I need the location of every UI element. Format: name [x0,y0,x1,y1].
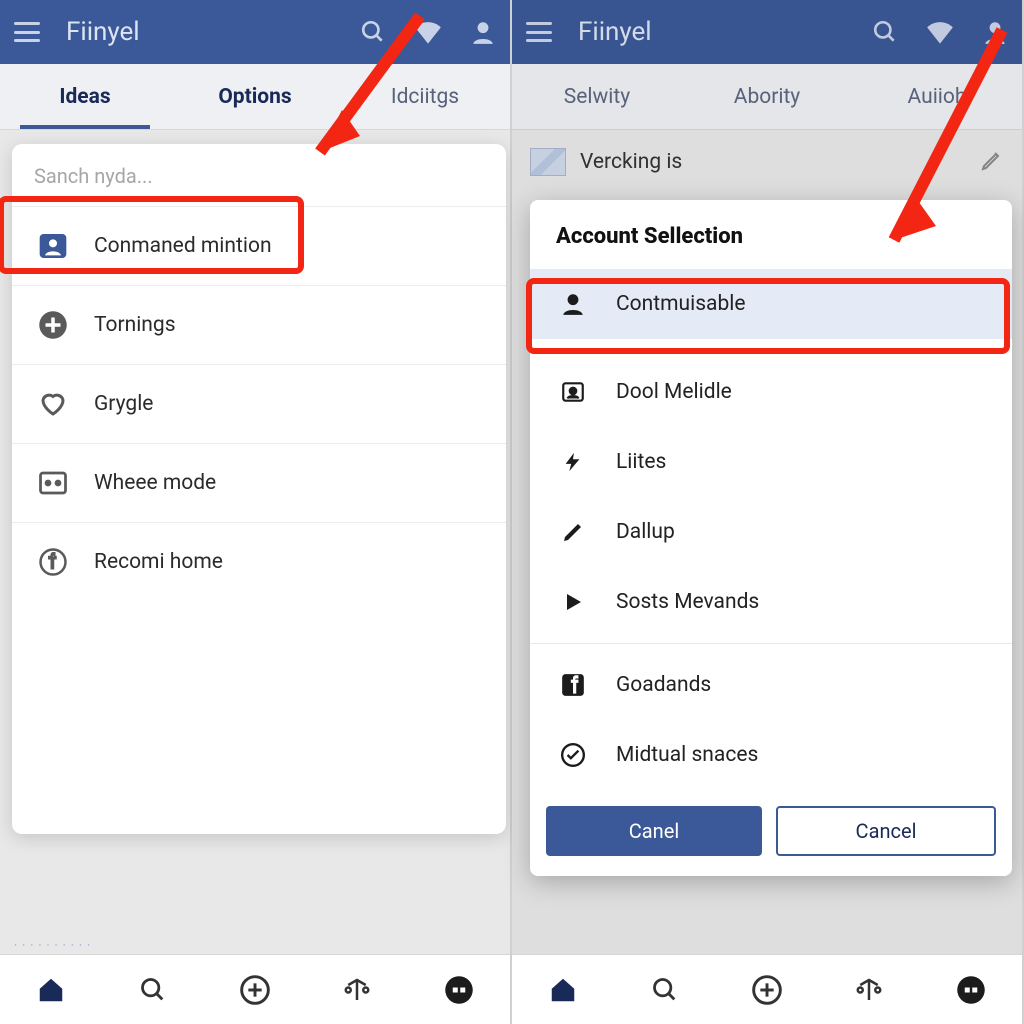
option-recomi-home[interactable]: Recomi home [12,523,506,601]
option-label: Conmaned mintion [94,234,272,258]
heart-icon [36,387,70,421]
account-goadands[interactable]: Goadands [530,650,1012,720]
home-icon[interactable] [34,973,68,1007]
search-icon[interactable] [872,19,898,45]
account-label: Goadands [616,673,711,697]
app-title: Fiinyel [66,17,140,47]
option-wheee-mode[interactable]: Wheee mode [12,444,506,523]
search-nav-icon[interactable] [136,973,170,1007]
account-dool-melidle[interactable]: Dool Melidle [530,357,1012,427]
search-input[interactable]: Sanch nyda... [12,144,506,207]
right-pane: Fiinyel Selwity Abority Auiioh Vercking … [512,0,1024,1024]
dropdown-panel: Sanch nyda... Conmaned mintion Tornings … [12,144,506,834]
option-label: Tornings [94,313,176,337]
cancel-button[interactable]: Cancel [776,806,996,856]
tab-auiioh[interactable]: Auiioh [852,64,1022,129]
account-label: Dallup [616,520,675,544]
edit-icon[interactable] [980,148,1004,176]
top-app-bar: Fiinyel [512,0,1022,64]
bottom-nav [512,954,1022,1024]
dialog-title: Account Sellection [530,200,1012,269]
bottom-nav [0,954,510,1024]
option-label: Grygle [94,392,153,416]
wifi-icon [414,20,442,44]
left-pane: Fiinyel Ideas Options Idciitgs Sanch nyd… [0,0,512,1024]
app-title: Fiinyel [578,17,652,47]
account-label: Midtual snaces [616,743,758,767]
account-midtual-snaces[interactable]: Midtual snaces [530,720,1012,790]
check-circle-icon [558,740,588,770]
account-label: Liites [616,450,666,474]
balance-icon[interactable] [340,973,374,1007]
hamburger-icon[interactable] [526,22,552,42]
option-grygle[interactable]: Grygle [12,365,506,444]
badge-icon[interactable] [442,973,476,1007]
account-sosts-mevands[interactable]: Sosts Mevands [530,567,1012,637]
account-dallup[interactable]: Dallup [530,497,1012,567]
top-app-bar: Fiinyel [0,0,510,64]
balance-icon[interactable] [852,973,886,1007]
search-nav-icon[interactable] [648,973,682,1007]
tab-bar: Selwity Abority Auiioh [512,64,1022,130]
page-header: Vercking is [512,130,1022,188]
profile-icon[interactable] [982,19,1008,45]
footer-text: · · · · · · · · · · [14,938,91,952]
window-icon [36,466,70,500]
account-contmuisable[interactable]: Contmuisable [530,269,1012,339]
thumbnail-icon [530,148,566,176]
person-icon [558,289,588,319]
tab-options[interactable]: Options [170,64,340,129]
account-selection-dialog: Account Sellection Contmuisable Dool Mel… [530,200,1012,876]
option-label: Recomi home [94,550,223,574]
plus-circle-icon [36,308,70,342]
person-card-icon [36,229,70,263]
account-label: Dool Melidle [616,380,732,404]
option-conmaned-mintion[interactable]: Conmaned mintion [12,207,506,286]
facebook-circle-icon [36,545,70,579]
tab-ideas[interactable]: Ideas [0,64,170,129]
tab-selwity[interactable]: Selwity [512,64,682,129]
hamburger-icon[interactable] [14,22,40,42]
add-icon[interactable] [750,973,784,1007]
home-icon[interactable] [546,973,580,1007]
search-icon[interactable] [360,19,386,45]
account-label: Contmuisable [616,292,746,316]
tab-bar: Ideas Options Idciitgs [0,64,510,130]
option-tornings[interactable]: Tornings [12,286,506,365]
pen-icon [558,517,588,547]
tab-idciitgs[interactable]: Idciitgs [340,64,510,129]
tab-abority[interactable]: Abority [682,64,852,129]
add-icon[interactable] [238,973,272,1007]
play-icon [558,587,588,617]
header-text: Vercking is [580,150,682,174]
account-liites[interactable]: Liites [530,427,1012,497]
facebook-square-icon [558,670,588,700]
dialog-buttons: Canel Cancel [530,790,1012,876]
confirm-button[interactable]: Canel [546,806,762,856]
wifi-icon [926,20,954,44]
account-label: Sosts Mevands [616,590,759,614]
profile-icon[interactable] [470,19,496,45]
bolt-icon [558,447,588,477]
id-card-icon [558,377,588,407]
option-label: Wheee mode [94,471,216,495]
badge-icon[interactable] [954,973,988,1007]
